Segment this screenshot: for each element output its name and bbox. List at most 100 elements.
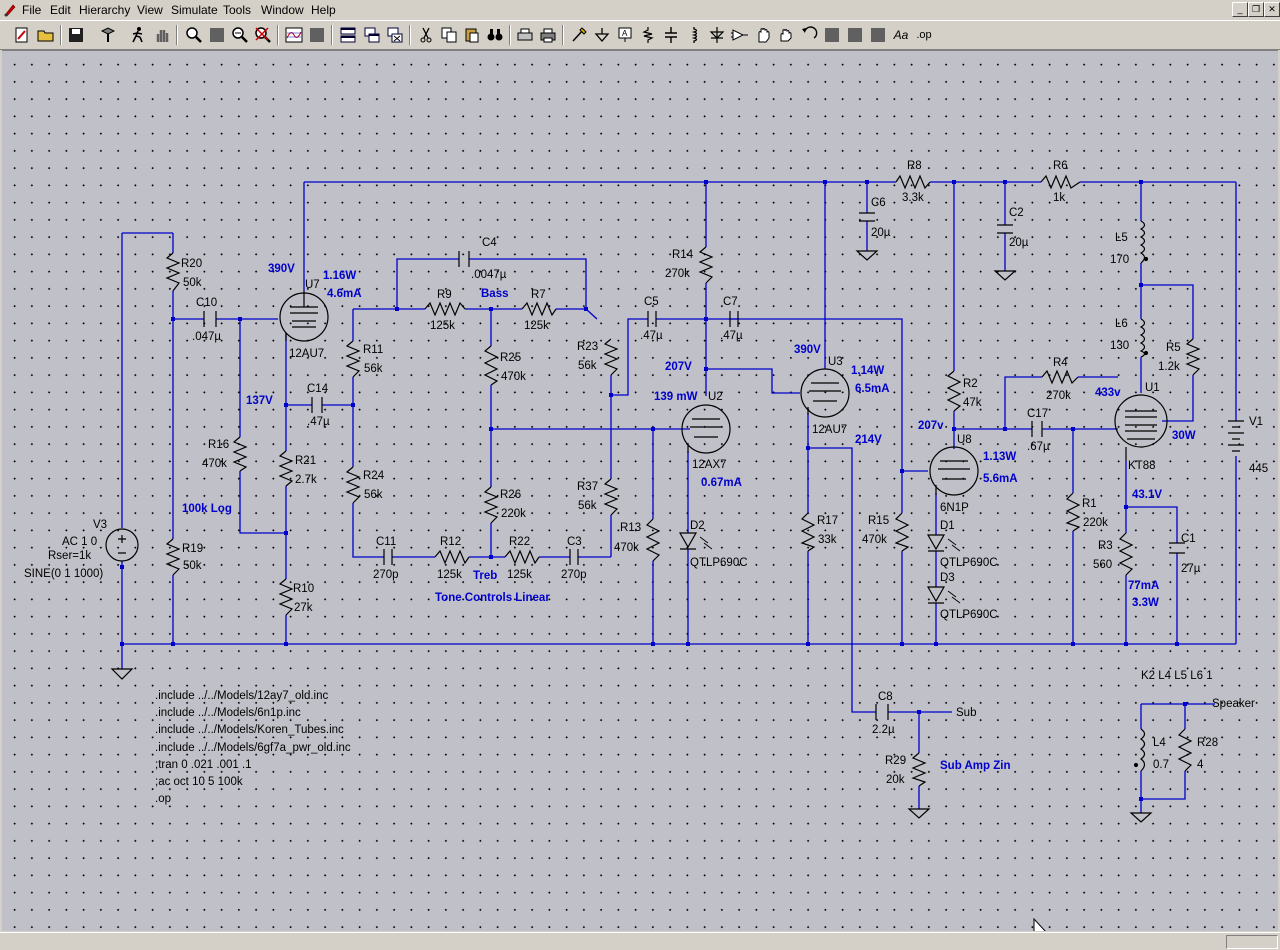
C2-name: C2	[1009, 207, 1024, 219]
annot-u2-plate-v: 207V	[665, 361, 692, 373]
toolbar: A Aa .op	[0, 20, 1280, 50]
menu-hierarchy[interactable]: Hierarchy	[79, 3, 130, 17]
menu-file[interactable]: File	[22, 3, 41, 17]
R11-name: R11	[363, 344, 383, 356]
save-icon[interactable]	[66, 25, 86, 45]
C17-name: C17	[1027, 408, 1048, 420]
annot-u7-plate-v: 390V	[268, 263, 295, 275]
open-icon[interactable]	[36, 25, 56, 45]
ltspice-app-icon[interactable]	[3, 3, 17, 17]
D3-name: D3	[940, 572, 955, 584]
menu-help[interactable]: Help	[311, 3, 336, 17]
R14-name: R14	[672, 249, 694, 261]
R11-value: 56k	[364, 363, 383, 375]
L4-name: L4	[1153, 737, 1166, 749]
annot-u1-rpower: 3.3W	[1132, 597, 1159, 609]
annot-u3-plate-v: 390V	[794, 344, 821, 356]
R20-value: 50k	[183, 277, 202, 289]
autorange-icon[interactable]	[307, 25, 327, 45]
text-icon[interactable]: Aa	[891, 25, 911, 45]
restore-icon[interactable]: ❐	[1248, 2, 1264, 17]
C14-value: .47µ	[307, 416, 330, 428]
mirror-icon[interactable]	[845, 25, 865, 45]
pan-icon[interactable]	[207, 25, 227, 45]
directive-include-2: .include ../../Models/6n1p.inc	[155, 707, 301, 719]
print-setup-icon[interactable]	[515, 25, 535, 45]
C4-name: C4	[482, 237, 497, 249]
R22-value: 125k	[507, 569, 532, 581]
menu-bar: File Edit Hierarchy View Simulate Tools …	[0, 0, 1280, 20]
menu-simulate[interactable]: Simulate	[171, 3, 218, 17]
paste-icon[interactable]	[462, 25, 482, 45]
find-icon[interactable]	[485, 25, 505, 45]
label-icon[interactable]: A	[615, 25, 635, 45]
menu-tools[interactable]: Tools	[223, 3, 251, 17]
R23-name: R23	[577, 341, 598, 353]
capacitor-icon[interactable]	[661, 25, 681, 45]
directive-ac: ;ac oct 10 5 100k	[155, 776, 243, 788]
spice-directive-icon[interactable]: .op	[914, 25, 934, 45]
R6-name: R6	[1053, 160, 1068, 172]
annot-u1-current: 77mA	[1128, 580, 1159, 592]
annot-u3-power: 1.14W	[851, 365, 884, 377]
diode-icon[interactable]	[707, 25, 727, 45]
C4-value: .0047µ	[471, 269, 507, 281]
minimize-icon[interactable]: _	[1232, 2, 1248, 17]
C2-value: 20µ	[1009, 237, 1029, 249]
zoom-in-icon[interactable]	[184, 25, 204, 45]
draw-icon[interactable]	[868, 25, 888, 45]
R17-name: R17	[817, 515, 838, 527]
schematic-canvas[interactable]: R20 50k R19 50k C10 .047µ R16 470k U7 12…	[2, 50, 1278, 931]
toolbar-separator	[176, 25, 178, 45]
component-icon[interactable]	[730, 25, 750, 45]
new-schematic-icon[interactable]	[12, 25, 32, 45]
R3-name: R3	[1098, 540, 1113, 552]
C8-name: C8	[878, 691, 893, 703]
C3-value: 270p	[561, 569, 587, 581]
halt-icon[interactable]	[152, 25, 172, 45]
copy-icon[interactable]	[439, 25, 459, 45]
C11-name: C11	[376, 536, 396, 548]
annot-u8-power: 1.13W	[983, 451, 1016, 463]
U8-value: 6N1P	[940, 502, 969, 514]
cut-icon[interactable]	[416, 25, 436, 45]
cascade-icon[interactable]	[362, 25, 382, 45]
zoom-cancel-icon[interactable]	[253, 25, 273, 45]
annot-treb: Treb	[473, 570, 497, 582]
wire-icon[interactable]	[569, 25, 589, 45]
R29-value: 20k	[886, 774, 905, 786]
C3-name: C3	[567, 536, 582, 548]
print-icon[interactable]	[538, 25, 558, 45]
drag-icon[interactable]	[776, 25, 796, 45]
tile-horizontal-icon[interactable]	[338, 25, 358, 45]
run-icon[interactable]	[128, 25, 148, 45]
R9-name: R9	[437, 289, 452, 301]
C7-value: .47µ	[720, 330, 743, 342]
menu-window[interactable]: Window	[261, 3, 304, 17]
C11-value: 270p	[373, 569, 399, 581]
inductor-icon[interactable]	[684, 25, 704, 45]
resistor-icon[interactable]	[638, 25, 658, 45]
zoom-out-icon[interactable]	[230, 25, 250, 45]
C6-value: 20µ	[871, 227, 891, 239]
R3-value: 560	[1093, 559, 1112, 571]
R26-name: R26	[500, 489, 521, 501]
annot-u7-cathode-v: 137V	[246, 395, 273, 407]
close-icon[interactable]: ✕	[1264, 2, 1280, 17]
toolbar-separator	[331, 25, 333, 45]
menu-view[interactable]: View	[137, 3, 163, 17]
ground-icon[interactable]	[592, 25, 612, 45]
V3-name: V3	[93, 519, 107, 531]
C5-name: C5	[644, 296, 659, 308]
toolbar-separator	[277, 25, 279, 45]
undo-icon[interactable]	[799, 25, 819, 45]
menu-edit[interactable]: Edit	[50, 3, 71, 17]
plot-icon[interactable]	[284, 25, 304, 45]
rotate-icon[interactable]	[822, 25, 842, 45]
move-icon[interactable]	[753, 25, 773, 45]
annot-u1-cathode-v: 43.1V	[1132, 489, 1162, 501]
annot-u8-plate-v: 207v	[918, 420, 944, 432]
control-panel-icon[interactable]	[98, 25, 118, 45]
schematic-drawing: R20 50k R19 50k C10 .047µ R16 470k U7 12…	[24, 160, 1268, 931]
close-all-icon[interactable]	[385, 25, 405, 45]
